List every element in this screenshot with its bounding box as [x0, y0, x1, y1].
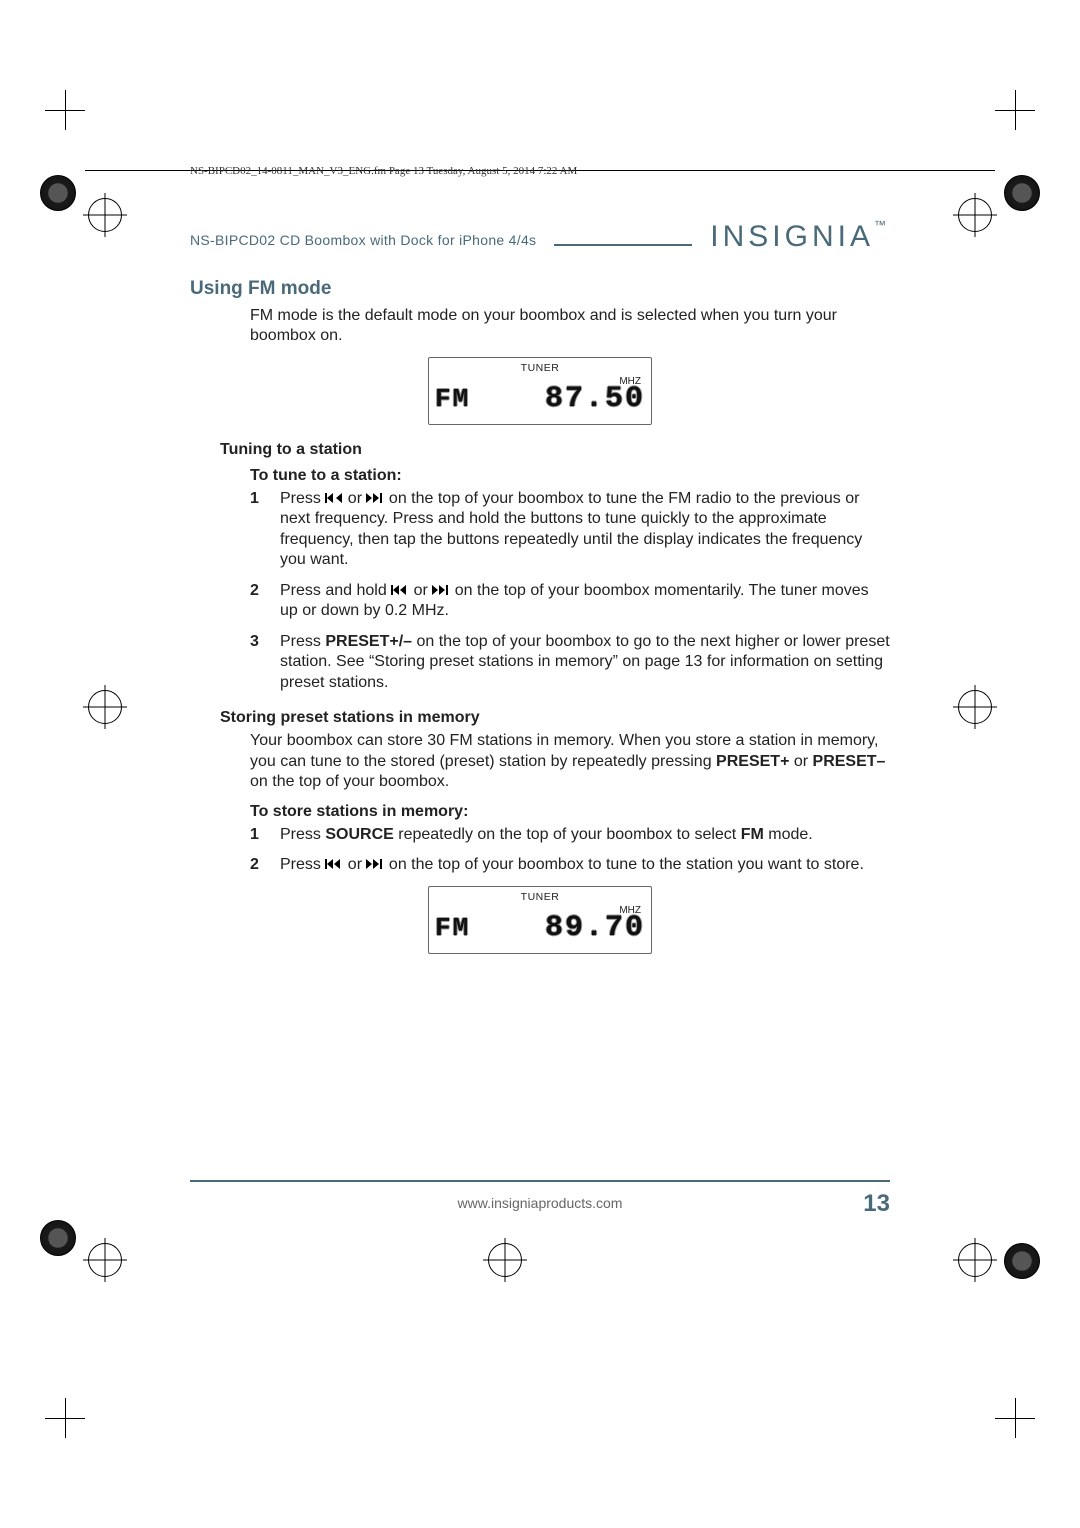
lcd-mode-label: TUNER	[435, 362, 645, 374]
section-heading: Using FM mode	[190, 278, 890, 300]
section-intro: FM mode is the default mode on your boom…	[250, 306, 890, 347]
crop-mark-icon	[45, 90, 85, 130]
brand-logo: INSIGNIA™	[710, 220, 890, 254]
steps-tuning: 1 Press or on the top of your boombox to…	[250, 489, 890, 693]
footer-rule	[190, 1180, 890, 1182]
registration-target-icon	[88, 1243, 122, 1277]
registration-target-icon	[88, 198, 122, 232]
registration-dark-icon	[1004, 175, 1040, 211]
crop-mark-icon	[995, 1398, 1035, 1438]
steps-storing: 1 Press SOURCE repeatedly on the top of …	[250, 825, 890, 876]
lcd-display-2: TUNER MHZ FM 89.70	[428, 886, 652, 954]
lcd-frequency: 89.70	[545, 911, 645, 945]
skip-back-icon	[325, 492, 343, 504]
step-item: 2 Press and hold or on the top of your b…	[250, 581, 890, 622]
step-item: 1 Press or on the top of your boombox to…	[250, 489, 890, 571]
registration-dark-icon	[1004, 1243, 1040, 1279]
page-header: NS-BIPCD02 CD Boombox with Dock for iPho…	[190, 220, 890, 254]
registration-target-icon	[488, 1243, 522, 1277]
step-number: 1	[250, 489, 266, 571]
registration-dark-icon	[40, 1220, 76, 1256]
lcd-band: FM	[435, 913, 470, 943]
registration-target-icon	[958, 690, 992, 724]
step-item: 3 Press PRESET+/– on the top of your boo…	[250, 632, 890, 693]
lcd-unit-label: MHZ	[619, 905, 641, 916]
skip-back-icon	[391, 584, 409, 596]
crop-mark-icon	[995, 90, 1035, 130]
frame-header-text: NS-BIPCD02_14-0811_MAN_V3_ENG.fm Page 13…	[190, 165, 577, 177]
step-number: 3	[250, 632, 266, 693]
step-number: 2	[250, 855, 266, 875]
step-number: 1	[250, 825, 266, 845]
registration-target-icon	[958, 1243, 992, 1277]
product-title: NS-BIPCD02 CD Boombox with Dock for iPho…	[190, 232, 536, 254]
page-number: 13	[863, 1190, 890, 1218]
step-text: Press and hold or on the top of your boo…	[280, 581, 890, 622]
steps-heading-storing: To store stations in memory:	[250, 803, 890, 821]
brand-text: INSIGNIA	[710, 220, 874, 253]
lcd-frequency: 87.50	[545, 382, 645, 416]
step-item: 1 Press SOURCE repeatedly on the top of …	[250, 825, 890, 845]
step-number: 2	[250, 581, 266, 622]
lcd-mode-label: TUNER	[435, 891, 645, 903]
subheading-tuning: Tuning to a station	[220, 441, 890, 459]
page-root: NS-BIPCD02_14-0811_MAN_V3_ENG.fm Page 13…	[0, 0, 1080, 1528]
brand-tm: ™	[874, 218, 890, 232]
lcd-display-1: TUNER MHZ FM 87.50	[428, 357, 652, 425]
step-text: Press PRESET+/– on the top of your boomb…	[280, 632, 890, 693]
step-item: 2 Press or on the top of your boombox to…	[250, 855, 890, 875]
registration-target-icon	[958, 198, 992, 232]
content-area: NS-BIPCD02 CD Boombox with Dock for iPho…	[190, 220, 890, 968]
skip-forward-icon	[366, 492, 384, 504]
header-rule	[554, 244, 692, 246]
lcd-band: FM	[435, 384, 470, 414]
steps-heading-tuning: To tune to a station:	[250, 467, 890, 485]
footer-url: www.insigniaproducts.com	[190, 1195, 890, 1211]
skip-forward-icon	[432, 584, 450, 596]
registration-dark-icon	[40, 175, 76, 211]
subheading-storing: Storing preset stations in memory	[220, 709, 890, 727]
storing-intro: Your boombox can store 30 FM stations in…	[250, 731, 890, 792]
crop-mark-icon	[45, 1398, 85, 1438]
registration-target-icon	[88, 690, 122, 724]
step-text: Press or on the top of your boombox to t…	[280, 855, 890, 875]
skip-back-icon	[325, 858, 343, 870]
skip-forward-icon	[366, 858, 384, 870]
step-text: Press or on the top of your boombox to t…	[280, 489, 890, 571]
lcd-unit-label: MHZ	[619, 376, 641, 387]
step-text: Press SOURCE repeatedly on the top of yo…	[280, 825, 890, 845]
